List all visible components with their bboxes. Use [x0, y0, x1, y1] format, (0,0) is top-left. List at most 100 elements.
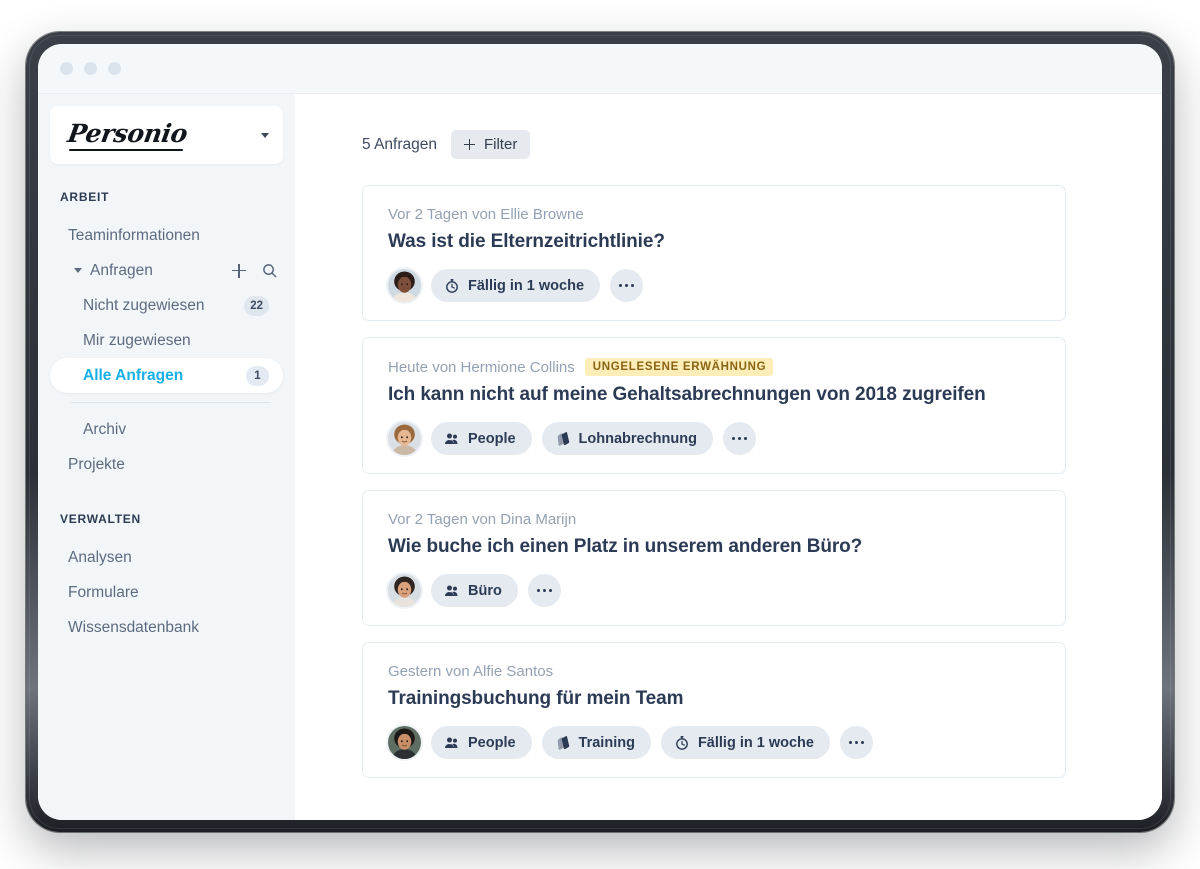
sidebar-divider: [71, 402, 271, 403]
sidebar-item-label: Nicht zugewiesen: [83, 296, 205, 314]
sidebar-group-label: Anfragen: [90, 261, 153, 279]
request-tag-label: People: [468, 734, 516, 751]
request-meta: Vor 2 Tagen von Ellie Browne: [388, 206, 1041, 223]
workspace-switcher[interactable]: Personio: [50, 106, 283, 164]
request-tag-label: People: [468, 430, 516, 447]
request-card[interactable]: Gestern von Alfie Santos Trainingsbuchung…: [362, 642, 1066, 778]
sidebar-item-teaminformationen[interactable]: Teaminformationen: [38, 218, 295, 253]
sidebar-item-label: Alle Anfragen: [83, 366, 184, 384]
request-tag-label: Fällig in 1 woche: [468, 277, 585, 294]
stopwatch-icon: [676, 735, 688, 750]
sidebar-item-label: Teaminformationen: [68, 226, 200, 244]
plus-icon: [463, 139, 475, 150]
plus-icon[interactable]: [232, 263, 246, 278]
search-icon[interactable]: [262, 263, 277, 278]
request-tag-label: Lohnabrechnung: [578, 430, 697, 447]
tag-stack-icon: [557, 431, 569, 446]
request-tag[interactable]: Büro: [431, 574, 518, 607]
request-tag-label: Fällig in 1 woche: [697, 734, 814, 751]
sidebar-item-projekte[interactable]: Projekte: [38, 447, 295, 482]
sidebar-item-wissensdatenbank[interactable]: Wissensdatenbank: [38, 610, 295, 645]
request-meta: Heute von Hermione Collins UNGELESENE ERW…: [388, 358, 1041, 376]
avatar-ellie-browne[interactable]: [388, 269, 421, 302]
request-tag[interactable]: Lohnabrechnung: [541, 422, 713, 455]
people-icon: [445, 585, 458, 596]
sidebar-item-label: Wissensdatenbank: [68, 618, 199, 636]
main-content: 5 Anfragen Filter Vor 2 Tagen von Ellie …: [295, 94, 1162, 820]
chevron-down-icon[interactable]: [261, 132, 269, 138]
request-footer: Büro: [388, 574, 1041, 607]
request-list-container: 5 Anfragen Filter Vor 2 Tagen von Ellie …: [362, 130, 1066, 778]
sidebar-item-label: Projekte: [68, 455, 125, 473]
nav-section-title-verwalten: VERWALTEN: [60, 512, 141, 526]
request-author-time: Vor 2 Tagen von Ellie Browne: [388, 206, 584, 223]
sidebar-item-mir-zugewiesen[interactable]: Mir zugewiesen: [50, 323, 283, 358]
chevron-down-icon[interactable]: [74, 268, 82, 273]
personio-logo: Personio: [66, 119, 189, 151]
request-card[interactable]: Vor 2 Tagen von Dina Marijn Wie buche ich…: [362, 490, 1066, 626]
request-list: Vor 2 Tagen von Ellie Browne Was ist die …: [362, 185, 1066, 778]
window-close-dot[interactable]: [60, 62, 73, 75]
logo-underline: [69, 148, 184, 151]
more-options-icon[interactable]: [527, 574, 561, 607]
request-tag[interactable]: Training: [541, 726, 651, 759]
sidebar: Personio ARBEIT Teaminformationen Anfrag…: [38, 94, 295, 820]
window-titlebar: [38, 44, 1162, 94]
more-options-icon[interactable]: [610, 269, 644, 302]
sidebar-item-nicht-zugewiesen[interactable]: Nicht zugewiesen 22: [50, 288, 283, 323]
request-author-time: Gestern von Alfie Santos: [388, 663, 554, 680]
request-count-label: 5 Anfragen: [362, 135, 437, 153]
request-card[interactable]: Heute von Hermione Collins UNGELESENE ERW…: [362, 337, 1066, 474]
sidebar-item-archiv[interactable]: Archiv: [50, 412, 283, 447]
sidebar-group-anfragen[interactable]: Anfragen: [38, 253, 295, 288]
more-options-icon[interactable]: [839, 726, 873, 759]
nav-section-title-arbeit: ARBEIT: [60, 190, 110, 204]
request-title[interactable]: Was ist die Elternzeitrichtlinie?: [388, 231, 1041, 253]
request-footer: Fällig in 1 woche: [388, 269, 1041, 302]
request-tag[interactable]: Fällig in 1 woche: [431, 269, 601, 302]
request-author-time: Vor 2 Tagen von Dina Marijn: [388, 511, 577, 528]
sidebar-item-alle-anfragen[interactable]: Alle Anfragen 1: [50, 358, 283, 393]
request-title[interactable]: Wie buche ich einen Platz in unserem and…: [388, 536, 1041, 558]
add-filter-button[interactable]: Filter: [450, 130, 531, 159]
filter-button-label: Filter: [483, 136, 518, 153]
avatar-dina-marijn[interactable]: [388, 574, 421, 607]
request-meta: Vor 2 Tagen von Dina Marijn: [388, 511, 1041, 528]
request-tag[interactable]: People: [431, 422, 532, 455]
window-minimize-dot[interactable]: [84, 62, 97, 75]
sidebar-nav: ARBEIT Teaminformationen Anfragen Nicht …: [38, 190, 295, 645]
sidebar-item-analysen[interactable]: Analysen: [38, 540, 295, 575]
device-frame: Personio ARBEIT Teaminformationen Anfrag…: [26, 32, 1174, 832]
people-icon: [445, 433, 458, 444]
sidebar-item-label: Archiv: [83, 420, 127, 438]
more-options-icon[interactable]: [722, 422, 756, 455]
app-body: Personio ARBEIT Teaminformationen Anfrag…: [38, 94, 1162, 820]
app-screen: Personio ARBEIT Teaminformationen Anfrag…: [38, 44, 1162, 820]
request-card[interactable]: Vor 2 Tagen von Ellie Browne Was ist die …: [362, 185, 1066, 321]
unread-mention-badge: UNGELESENE ERWÄHNUNG: [584, 358, 774, 376]
sidebar-group-actions: [232, 263, 277, 278]
sidebar-item-label: Formulare: [68, 583, 139, 601]
request-footer: People Training Fällig in 1 woche: [388, 726, 1041, 759]
sidebar-item-label: Mir zugewiesen: [83, 331, 191, 349]
list-toolbar: 5 Anfragen Filter: [362, 130, 1066, 159]
request-tag-label: Training: [578, 734, 635, 751]
request-meta: Gestern von Alfie Santos: [388, 663, 1041, 680]
window-maximize-dot[interactable]: [108, 62, 121, 75]
sidebar-item-label: Analysen: [68, 548, 132, 566]
request-footer: People Lohnabrechnung: [388, 422, 1041, 455]
request-title[interactable]: Ich kann nicht auf meine Gehaltsabrechnu…: [388, 384, 1041, 406]
people-icon: [445, 737, 458, 748]
avatar-hermione-collins[interactable]: [388, 422, 421, 455]
stopwatch-icon: [446, 278, 458, 293]
request-title[interactable]: Trainingsbuchung für mein Team: [388, 688, 1041, 710]
request-tag-label: Büro: [468, 582, 502, 599]
request-author-time: Heute von Hermione Collins: [388, 358, 575, 376]
sidebar-item-formulare[interactable]: Formulare: [38, 575, 295, 610]
sidebar-item-count: 1: [246, 365, 269, 386]
request-tag[interactable]: People: [431, 726, 532, 759]
tag-stack-icon: [557, 735, 569, 750]
sidebar-item-count: 22: [244, 295, 269, 316]
avatar-alfie-santos[interactable]: [388, 726, 421, 759]
request-tag[interactable]: Fällig in 1 woche: [660, 726, 830, 759]
